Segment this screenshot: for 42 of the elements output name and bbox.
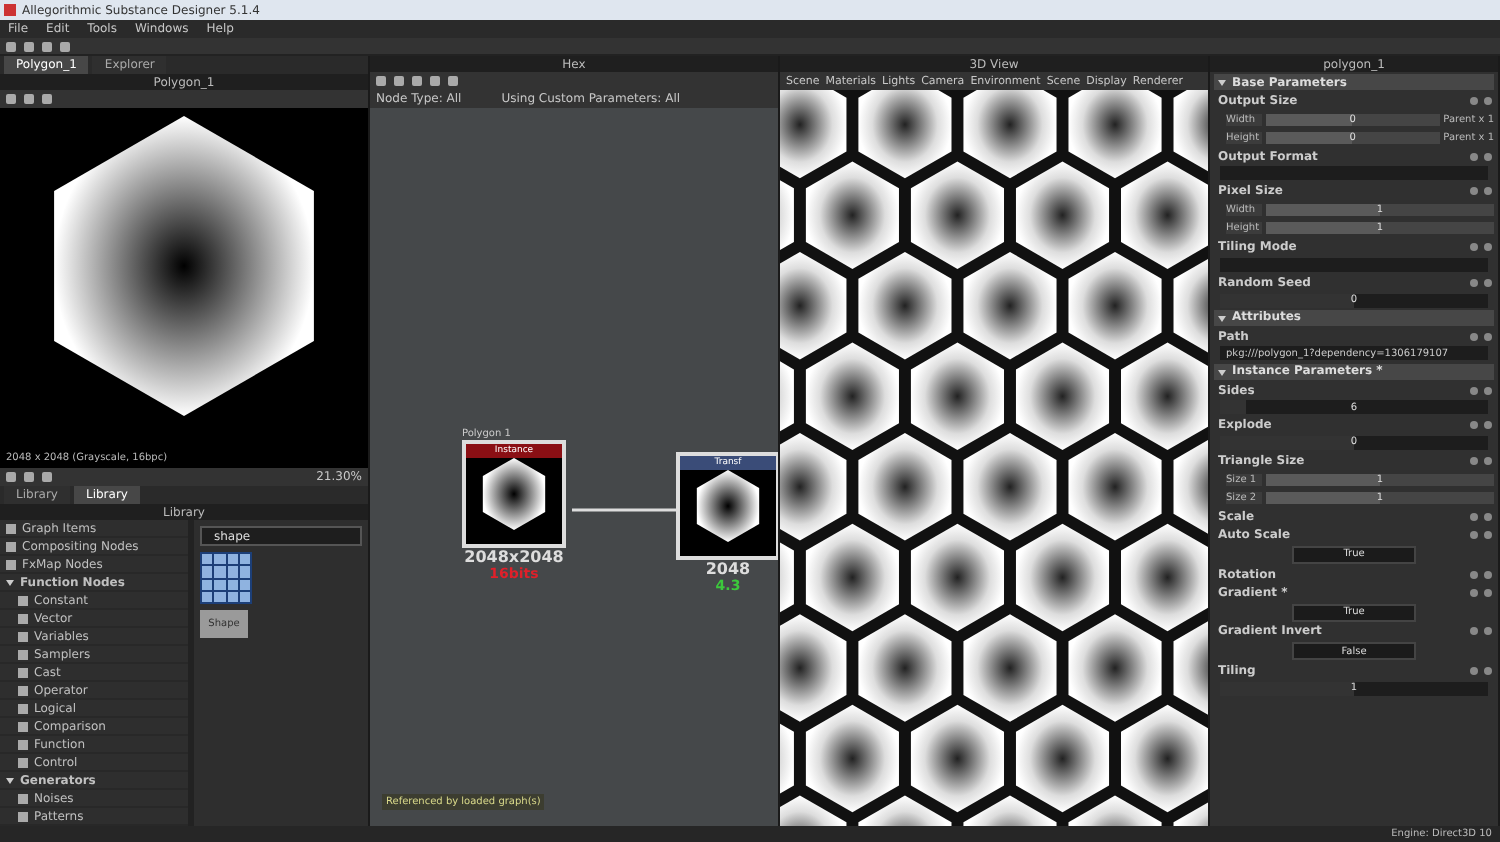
parameter-controls-icon[interactable] [1466,186,1494,197]
parameter-controls-icon[interactable] [1466,277,1494,288]
parameter-controls-icon[interactable] [1466,587,1494,598]
expanded-arrow-icon[interactable] [6,776,14,784]
parameter-controls-icon[interactable] [1466,151,1494,162]
node-icon [18,685,28,695]
node-icon [18,757,28,767]
parameter-controls-icon[interactable] [1466,331,1494,342]
parameter-controls-icon[interactable] [1466,95,1494,106]
parameter-controls-icon[interactable] [1466,455,1494,466]
node-icon [6,559,16,569]
node-thumbnail-drawing [692,470,764,542]
node-icon [18,631,28,641]
parameter-controls-icon[interactable] [1466,666,1494,676]
expanded-arrow-icon[interactable] [6,578,14,586]
node-icon [18,721,28,731]
expanded-arrow-icon[interactable] [1218,78,1226,86]
node-icon [18,595,28,605]
node-icon [6,523,16,533]
node-icon [18,811,28,821]
node-icon [18,703,28,713]
node-icon [18,613,28,623]
parameter-controls-icon[interactable] [1466,511,1494,522]
node-resolution: 2048 [705,560,751,578]
parameter-controls-icon[interactable] [1466,242,1494,253]
expanded-arrow-icon[interactable] [1218,313,1226,322]
node-thumbnail-drawing [478,458,550,530]
parameter-controls-icon[interactable] [1466,420,1494,431]
parameter-controls-icon[interactable] [1466,626,1494,637]
node-icon [18,793,28,803]
node-icon [6,541,16,551]
parameter-controls-icon[interactable] [1466,529,1494,540]
thumbnail-grid-icon[interactable] [200,552,252,604]
parameter-controls-icon[interactable] [1466,385,1494,396]
node-icon [18,667,28,677]
node-resolution: 2048x2048 [464,548,564,566]
parameter-controls-icon[interactable] [1466,569,1494,580]
connection-line [572,506,676,514]
expanded-arrow-icon[interactable] [1218,367,1226,376]
node-icon [18,739,28,749]
node-icon [18,649,28,659]
app-icon [4,4,16,16]
